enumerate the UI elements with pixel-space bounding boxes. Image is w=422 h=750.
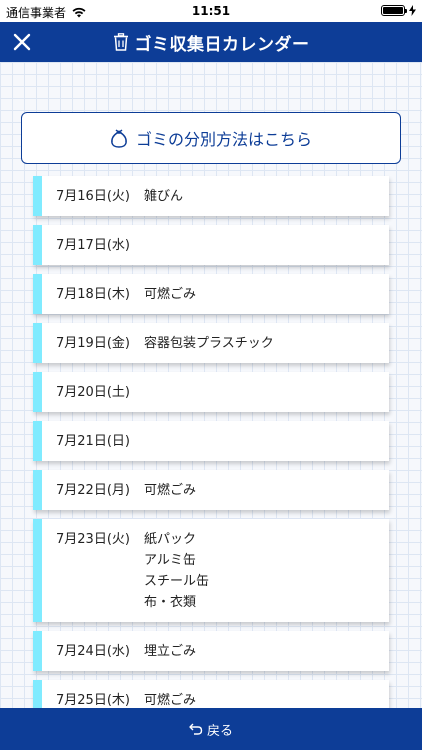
day-date: 7月24日(水): [56, 644, 130, 659]
garbage-type-list: 可燃ごみ: [144, 284, 389, 305]
back-label: 戻る: [206, 723, 233, 739]
garbage-type: 可燃ごみ: [144, 483, 197, 498]
day-card: 7月23日(火) 紙パックアルミ缶スチール缶布・衣類: [33, 519, 389, 622]
day-date: 7月20日(土): [56, 385, 130, 400]
day-date: 7月21日(日): [56, 434, 130, 449]
day-date: 7月23日(火): [56, 532, 130, 547]
garbage-type-list: 紙パックアルミ缶スチール缶布・衣類: [144, 529, 389, 613]
trash-can-icon: [113, 33, 128, 51]
day-card: 7月16日(火) 雑びん: [33, 176, 389, 216]
garbage-type-list: 可燃ごみ: [144, 690, 389, 708]
day-card: 7月17日(水): [33, 225, 389, 265]
garbage-type-list: 雑びん: [144, 186, 389, 207]
page-title: ゴミ収集日カレンダー: [134, 34, 310, 55]
garbage-type: 紙パック: [144, 532, 197, 547]
garbage-type: 埋立ごみ: [144, 644, 197, 659]
day-date: 7月22日(月): [56, 483, 130, 498]
garbage-type: 可燃ごみ: [144, 287, 197, 302]
day-date: 7月18日(木): [56, 287, 130, 302]
day-date: 7月16日(火): [56, 189, 130, 204]
garbage-type: 布・衣類: [144, 595, 197, 610]
garbage-type-list: [144, 431, 389, 452]
day-card: 7月21日(日): [33, 421, 389, 461]
close-icon: [13, 33, 31, 51]
app-header: ゴミ収集日カレンダー: [0, 22, 422, 62]
garbage-type-list: 容器包装プラスチック: [144, 333, 389, 354]
close-button[interactable]: [10, 30, 34, 54]
day-card: 7月24日(水) 埋立ごみ: [33, 631, 389, 671]
day-date: 7月17日(水): [56, 238, 130, 253]
collection-day-list: 7月16日(火) 雑びん 7月17日(水) 7月18日(木) 可燃ごみ 7月19日(金) 容…: [33, 176, 389, 708]
garbage-type: 可燃ごみ: [144, 693, 197, 708]
day-card: 7月20日(土): [33, 372, 389, 412]
garbage-type-list: 埋立ごみ: [144, 641, 389, 662]
day-date: 7月25日(木): [56, 693, 130, 708]
status-time: 11:51: [191, 4, 231, 18]
day-date: 7月19日(金): [56, 336, 130, 351]
bag-icon: [111, 129, 127, 148]
status-bar: 通信事業者 11:51: [0, 0, 422, 22]
back-arrow-icon: [189, 723, 203, 735]
day-card: 7月19日(金) 容器包装プラスチック: [33, 323, 389, 363]
garbage-type-list: 可燃ごみ: [144, 480, 389, 501]
header-title-group: ゴミ収集日カレンダー: [0, 22, 422, 62]
day-card: 7月22日(月) 可燃ごみ: [33, 470, 389, 510]
calendar-content[interactable]: ゴミの分別方法はこちら 7月16日(火) 雑びん 7月17日(水) 7月18日(木) 可…: [0, 62, 422, 708]
sorting-guide-label: ゴミの分別方法はこちら: [135, 130, 312, 149]
day-card: 7月18日(木) 可燃ごみ: [33, 274, 389, 314]
garbage-type: アルミ缶: [144, 553, 196, 568]
charging-bolt-icon: [409, 5, 416, 16]
back-button[interactable]: 戻る: [0, 708, 422, 750]
garbage-type-list: [144, 382, 389, 403]
garbage-type-list: [144, 235, 389, 256]
battery-icon: [381, 5, 407, 16]
sorting-guide-button[interactable]: ゴミの分別方法はこちら: [21, 112, 401, 164]
day-card: 7月25日(木) 可燃ごみ: [33, 680, 389, 708]
garbage-type: 容器包装プラスチック: [144, 336, 274, 351]
garbage-type: 雑びん: [144, 189, 184, 204]
garbage-type: スチール缶: [144, 574, 210, 589]
status-right: [381, 5, 416, 16]
